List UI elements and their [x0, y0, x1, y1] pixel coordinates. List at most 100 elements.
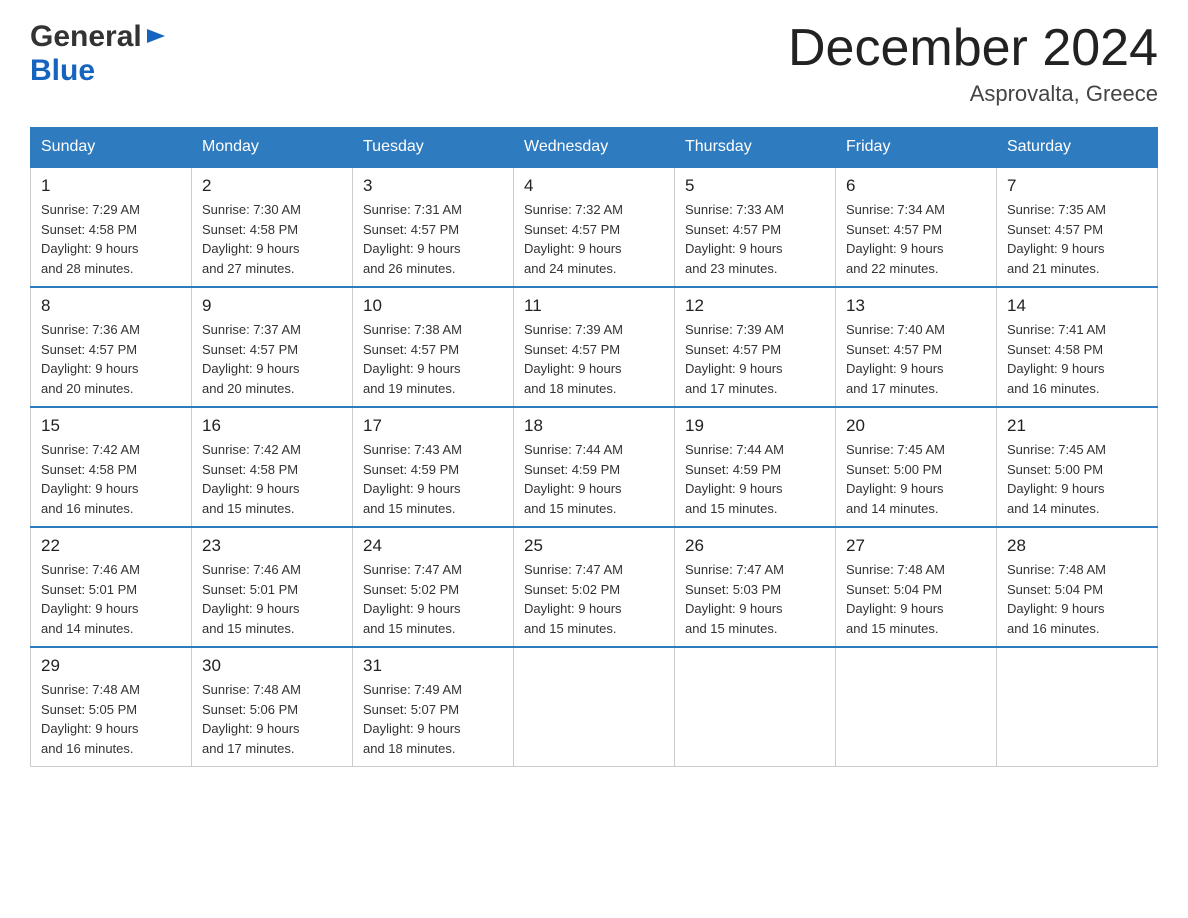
day-number: 18	[524, 416, 664, 436]
calendar-week-2: 8 Sunrise: 7:36 AM Sunset: 4:57 PM Dayli…	[31, 287, 1158, 407]
calendar-week-1: 1 Sunrise: 7:29 AM Sunset: 4:58 PM Dayli…	[31, 167, 1158, 287]
calendar-day-9: 9 Sunrise: 7:37 AM Sunset: 4:57 PM Dayli…	[192, 287, 353, 407]
location-title: Asprovalta, Greece	[788, 81, 1158, 107]
day-number: 27	[846, 536, 986, 556]
day-number: 17	[363, 416, 503, 436]
day-info: Sunrise: 7:29 AM Sunset: 4:58 PM Dayligh…	[41, 200, 181, 278]
header-day-monday: Monday	[192, 128, 353, 168]
day-number: 22	[41, 536, 181, 556]
day-number: 19	[685, 416, 825, 436]
calendar-table: SundayMondayTuesdayWednesdayThursdayFrid…	[30, 127, 1158, 767]
calendar-day-5: 5 Sunrise: 7:33 AM Sunset: 4:57 PM Dayli…	[675, 167, 836, 287]
calendar-day-17: 17 Sunrise: 7:43 AM Sunset: 4:59 PM Dayl…	[353, 407, 514, 527]
calendar-day-2: 2 Sunrise: 7:30 AM Sunset: 4:58 PM Dayli…	[192, 167, 353, 287]
day-number: 23	[202, 536, 342, 556]
calendar-day-24: 24 Sunrise: 7:47 AM Sunset: 5:02 PM Dayl…	[353, 527, 514, 647]
day-number: 3	[363, 176, 503, 196]
day-number: 24	[363, 536, 503, 556]
day-number: 25	[524, 536, 664, 556]
calendar-week-4: 22 Sunrise: 7:46 AM Sunset: 5:01 PM Dayl…	[31, 527, 1158, 647]
logo-arrow-icon	[145, 25, 167, 47]
day-info: Sunrise: 7:48 AM Sunset: 5:04 PM Dayligh…	[846, 560, 986, 638]
calendar-empty-cell	[836, 647, 997, 767]
calendar-day-27: 27 Sunrise: 7:48 AM Sunset: 5:04 PM Dayl…	[836, 527, 997, 647]
day-number: 10	[363, 296, 503, 316]
calendar-day-14: 14 Sunrise: 7:41 AM Sunset: 4:58 PM Dayl…	[997, 287, 1158, 407]
calendar-day-29: 29 Sunrise: 7:48 AM Sunset: 5:05 PM Dayl…	[31, 647, 192, 767]
calendar-day-20: 20 Sunrise: 7:45 AM Sunset: 5:00 PM Dayl…	[836, 407, 997, 527]
day-number: 7	[1007, 176, 1147, 196]
day-info: Sunrise: 7:47 AM Sunset: 5:02 PM Dayligh…	[363, 560, 503, 638]
header-day-thursday: Thursday	[675, 128, 836, 168]
day-info: Sunrise: 7:49 AM Sunset: 5:07 PM Dayligh…	[363, 680, 503, 758]
calendar-day-19: 19 Sunrise: 7:44 AM Sunset: 4:59 PM Dayl…	[675, 407, 836, 527]
calendar-header-row: SundayMondayTuesdayWednesdayThursdayFrid…	[31, 128, 1158, 168]
day-number: 2	[202, 176, 342, 196]
day-info: Sunrise: 7:47 AM Sunset: 5:02 PM Dayligh…	[524, 560, 664, 638]
day-info: Sunrise: 7:46 AM Sunset: 5:01 PM Dayligh…	[202, 560, 342, 638]
calendar-day-23: 23 Sunrise: 7:46 AM Sunset: 5:01 PM Dayl…	[192, 527, 353, 647]
calendar-day-3: 3 Sunrise: 7:31 AM Sunset: 4:57 PM Dayli…	[353, 167, 514, 287]
day-info: Sunrise: 7:34 AM Sunset: 4:57 PM Dayligh…	[846, 200, 986, 278]
calendar-day-26: 26 Sunrise: 7:47 AM Sunset: 5:03 PM Dayl…	[675, 527, 836, 647]
calendar-day-6: 6 Sunrise: 7:34 AM Sunset: 4:57 PM Dayli…	[836, 167, 997, 287]
calendar-day-7: 7 Sunrise: 7:35 AM Sunset: 4:57 PM Dayli…	[997, 167, 1158, 287]
day-info: Sunrise: 7:45 AM Sunset: 5:00 PM Dayligh…	[846, 440, 986, 518]
header-day-saturday: Saturday	[997, 128, 1158, 168]
month-title: December 2024	[788, 20, 1158, 77]
day-number: 16	[202, 416, 342, 436]
calendar-day-16: 16 Sunrise: 7:42 AM Sunset: 4:58 PM Dayl…	[192, 407, 353, 527]
day-number: 13	[846, 296, 986, 316]
day-info: Sunrise: 7:48 AM Sunset: 5:06 PM Dayligh…	[202, 680, 342, 758]
calendar-empty-cell	[997, 647, 1158, 767]
calendar-day-15: 15 Sunrise: 7:42 AM Sunset: 4:58 PM Dayl…	[31, 407, 192, 527]
calendar-day-13: 13 Sunrise: 7:40 AM Sunset: 4:57 PM Dayl…	[836, 287, 997, 407]
day-number: 9	[202, 296, 342, 316]
logo-blue-text: Blue	[30, 54, 95, 88]
calendar-day-11: 11 Sunrise: 7:39 AM Sunset: 4:57 PM Dayl…	[514, 287, 675, 407]
calendar-day-10: 10 Sunrise: 7:38 AM Sunset: 4:57 PM Dayl…	[353, 287, 514, 407]
day-number: 8	[41, 296, 181, 316]
calendar-day-1: 1 Sunrise: 7:29 AM Sunset: 4:58 PM Dayli…	[31, 167, 192, 287]
day-info: Sunrise: 7:33 AM Sunset: 4:57 PM Dayligh…	[685, 200, 825, 278]
calendar-day-28: 28 Sunrise: 7:48 AM Sunset: 5:04 PM Dayl…	[997, 527, 1158, 647]
day-info: Sunrise: 7:42 AM Sunset: 4:58 PM Dayligh…	[202, 440, 342, 518]
day-info: Sunrise: 7:40 AM Sunset: 4:57 PM Dayligh…	[846, 320, 986, 398]
calendar-day-21: 21 Sunrise: 7:45 AM Sunset: 5:00 PM Dayl…	[997, 407, 1158, 527]
day-info: Sunrise: 7:44 AM Sunset: 4:59 PM Dayligh…	[685, 440, 825, 518]
day-info: Sunrise: 7:39 AM Sunset: 4:57 PM Dayligh…	[524, 320, 664, 398]
day-info: Sunrise: 7:45 AM Sunset: 5:00 PM Dayligh…	[1007, 440, 1147, 518]
day-number: 4	[524, 176, 664, 196]
day-number: 28	[1007, 536, 1147, 556]
day-info: Sunrise: 7:32 AM Sunset: 4:57 PM Dayligh…	[524, 200, 664, 278]
header-day-tuesday: Tuesday	[353, 128, 514, 168]
day-info: Sunrise: 7:36 AM Sunset: 4:57 PM Dayligh…	[41, 320, 181, 398]
day-info: Sunrise: 7:43 AM Sunset: 4:59 PM Dayligh…	[363, 440, 503, 518]
day-info: Sunrise: 7:47 AM Sunset: 5:03 PM Dayligh…	[685, 560, 825, 638]
calendar-week-5: 29 Sunrise: 7:48 AM Sunset: 5:05 PM Dayl…	[31, 647, 1158, 767]
day-info: Sunrise: 7:44 AM Sunset: 4:59 PM Dayligh…	[524, 440, 664, 518]
calendar-day-31: 31 Sunrise: 7:49 AM Sunset: 5:07 PM Dayl…	[353, 647, 514, 767]
day-info: Sunrise: 7:41 AM Sunset: 4:58 PM Dayligh…	[1007, 320, 1147, 398]
day-number: 31	[363, 656, 503, 676]
calendar-day-12: 12 Sunrise: 7:39 AM Sunset: 4:57 PM Dayl…	[675, 287, 836, 407]
calendar-day-8: 8 Sunrise: 7:36 AM Sunset: 4:57 PM Dayli…	[31, 287, 192, 407]
day-number: 11	[524, 296, 664, 316]
day-info: Sunrise: 7:30 AM Sunset: 4:58 PM Dayligh…	[202, 200, 342, 278]
day-info: Sunrise: 7:48 AM Sunset: 5:05 PM Dayligh…	[41, 680, 181, 758]
day-number: 15	[41, 416, 181, 436]
title-block: December 2024 Asprovalta, Greece	[788, 20, 1158, 107]
day-number: 14	[1007, 296, 1147, 316]
calendar-empty-cell	[675, 647, 836, 767]
calendar-day-18: 18 Sunrise: 7:44 AM Sunset: 4:59 PM Dayl…	[514, 407, 675, 527]
day-number: 30	[202, 656, 342, 676]
day-info: Sunrise: 7:48 AM Sunset: 5:04 PM Dayligh…	[1007, 560, 1147, 638]
calendar-day-30: 30 Sunrise: 7:48 AM Sunset: 5:06 PM Dayl…	[192, 647, 353, 767]
header-day-friday: Friday	[836, 128, 997, 168]
day-info: Sunrise: 7:39 AM Sunset: 4:57 PM Dayligh…	[685, 320, 825, 398]
calendar-empty-cell	[514, 647, 675, 767]
day-number: 21	[1007, 416, 1147, 436]
logo: General Blue	[30, 20, 167, 88]
calendar-day-25: 25 Sunrise: 7:47 AM Sunset: 5:02 PM Dayl…	[514, 527, 675, 647]
day-number: 20	[846, 416, 986, 436]
